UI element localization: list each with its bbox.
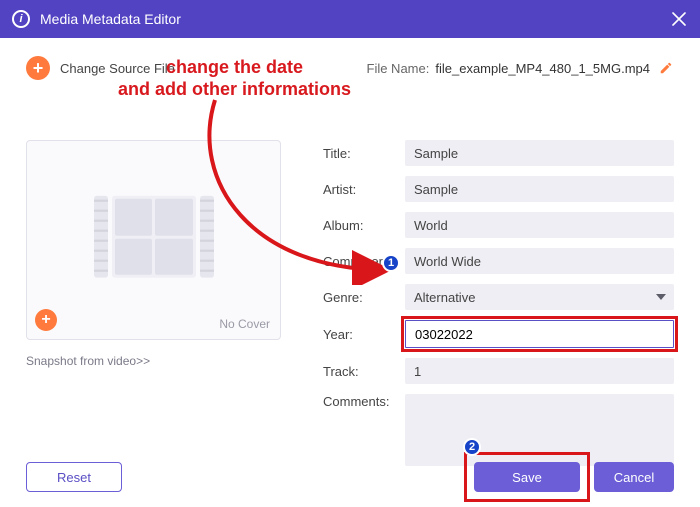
reset-button[interactable]: Reset <box>26 462 122 492</box>
save-button[interactable]: Save <box>474 462 580 492</box>
close-button[interactable] <box>668 8 690 30</box>
window-title: Media Metadata Editor <box>40 11 181 27</box>
year-label: Year: <box>323 327 405 342</box>
cover-preview: + No Cover <box>26 140 281 340</box>
footer: Reset Save Cancel <box>0 447 700 507</box>
year-input[interactable] <box>405 320 674 348</box>
artist-label: Artist: <box>323 182 405 197</box>
title-input[interactable] <box>405 140 674 166</box>
genre-selected: Alternative <box>414 290 475 305</box>
composer-input[interactable] <box>405 248 674 274</box>
artist-input[interactable] <box>405 176 674 202</box>
composer-label: Composer: <box>323 254 405 269</box>
title-bar: i Media Metadata Editor <box>0 0 700 38</box>
info-icon: i <box>12 10 30 28</box>
filename-value: file_example_MP4_480_1_5MG.mp4 <box>435 61 650 76</box>
track-label: Track: <box>323 364 405 379</box>
no-cover-label: No Cover <box>219 317 270 331</box>
genre-select[interactable]: Alternative <box>405 284 674 310</box>
comments-label: Comments: <box>323 394 405 409</box>
track-input[interactable] <box>405 358 674 384</box>
genre-label: Genre: <box>323 290 405 305</box>
metadata-form: Title: Artist: Album: Composer: Genre: A… <box>323 140 674 476</box>
filename-label: File Name: <box>367 61 430 76</box>
album-label: Album: <box>323 218 405 233</box>
title-label: Title: <box>323 146 405 161</box>
album-input[interactable] <box>405 212 674 238</box>
header-row: + Change Source File File Name: file_exa… <box>26 56 674 80</box>
change-source-link[interactable]: Change Source File <box>60 61 175 76</box>
cancel-button[interactable]: Cancel <box>594 462 674 492</box>
film-placeholder-icon <box>94 196 214 278</box>
add-cover-button[interactable]: + <box>35 309 57 331</box>
snapshot-link[interactable]: Snapshot from video>> <box>26 354 281 368</box>
edit-filename-button[interactable] <box>658 60 674 76</box>
cover-panel: + No Cover Snapshot from video>> <box>26 140 281 476</box>
add-source-button[interactable]: + <box>26 56 50 80</box>
